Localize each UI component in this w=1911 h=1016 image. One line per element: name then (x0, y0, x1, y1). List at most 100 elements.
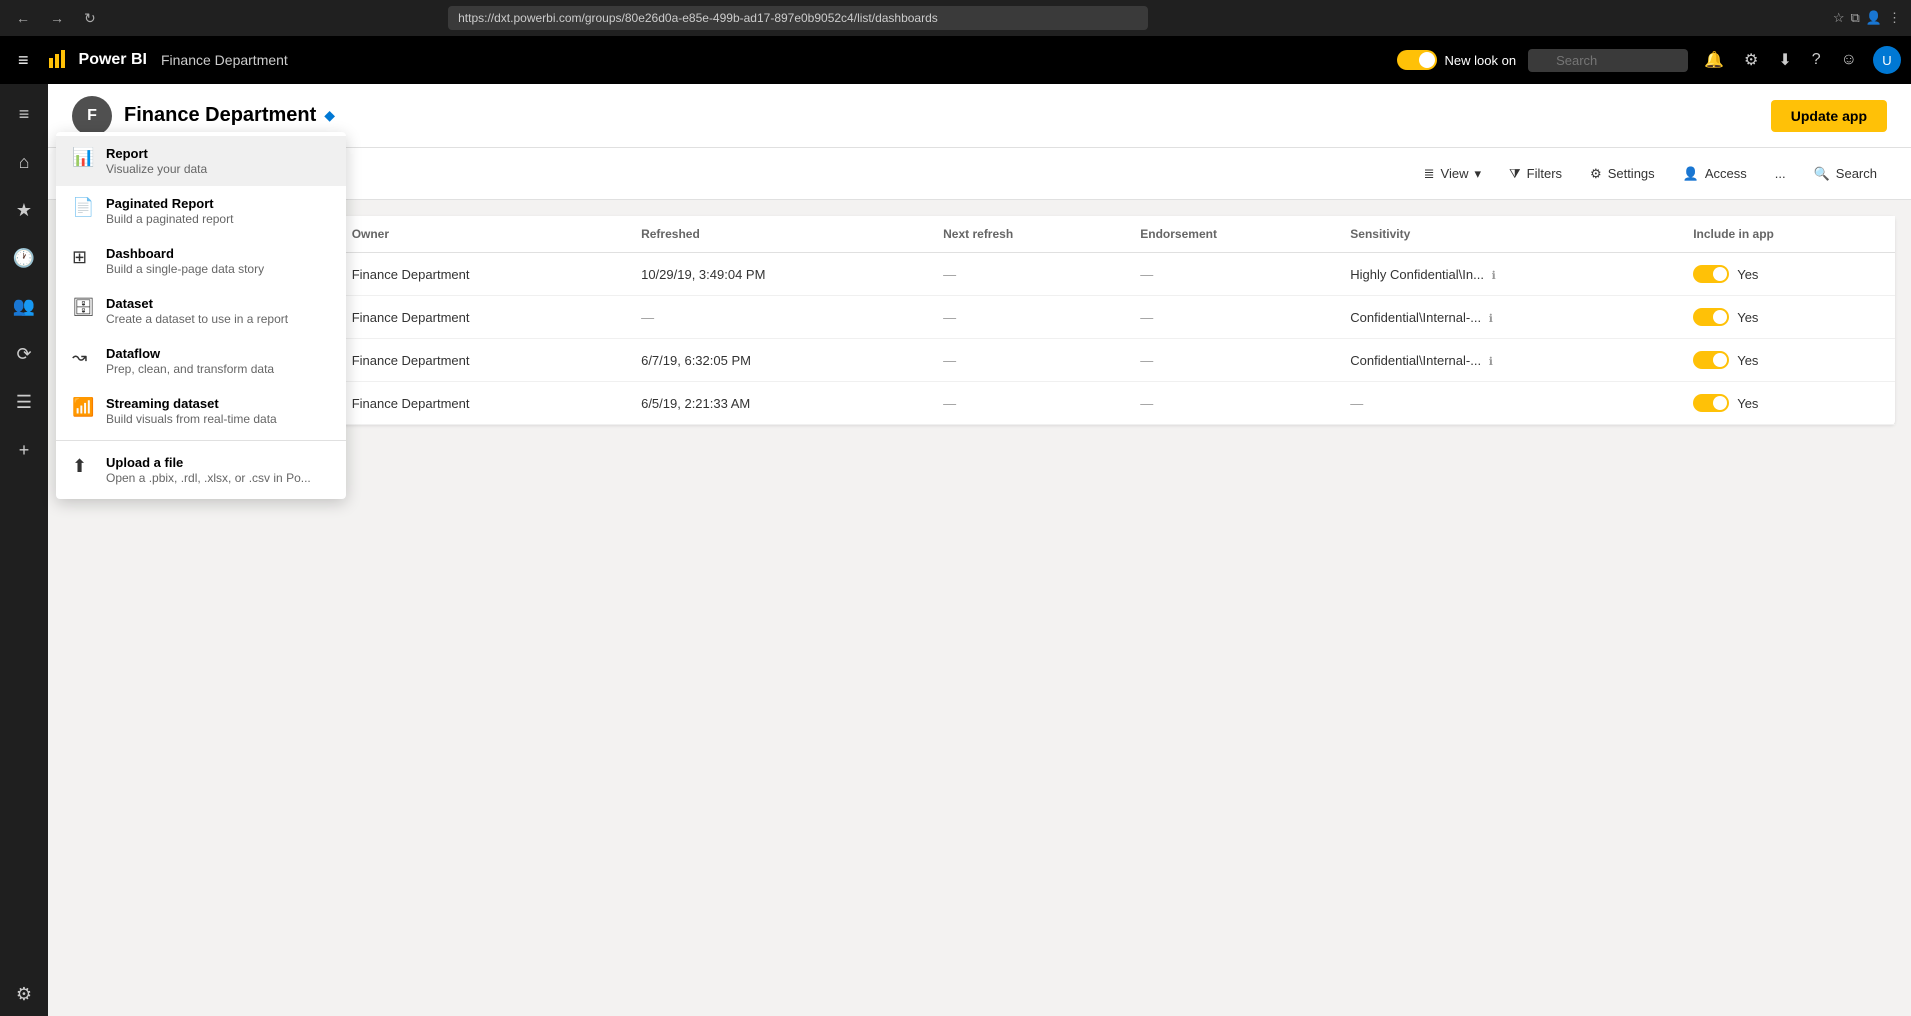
row-owner: Finance Department (336, 339, 625, 382)
col-sensitivity[interactable]: Sensitivity (1334, 216, 1677, 253)
dropdown-item-icon-0: 📊 (72, 147, 92, 168)
row-next-refresh: — (927, 296, 1124, 339)
settings-button[interactable]: ⚙ (1740, 46, 1762, 74)
topnav-right: New look on 🔔 ⚙ ⬇ ? ☺ U (1397, 46, 1901, 74)
bookmark-icon[interactable]: ☆ (1833, 10, 1845, 26)
row-include-in-app: Yes (1677, 253, 1895, 296)
new-look-toggle[interactable]: New look on (1397, 50, 1517, 70)
dropdown-item-title-5: Streaming dataset (106, 396, 277, 411)
toolbar-search[interactable]: 🔍 Search (1804, 160, 1887, 188)
settings-toolbar-button[interactable]: ⚙ Settings (1580, 160, 1665, 188)
include-toggle-0[interactable] (1693, 265, 1729, 283)
include-toggle-3[interactable] (1693, 394, 1729, 412)
include-yes-label: Yes (1737, 310, 1758, 325)
sidebar: ≡ ⌂ ★ 🕐 👥 ⟳ ☰ + ⚙ (0, 84, 48, 1016)
row-owner: Finance Department (336, 382, 625, 425)
forward-button[interactable]: → (44, 8, 70, 28)
more-icon: ... (1775, 166, 1786, 181)
col-next-refresh[interactable]: Next refresh (927, 216, 1124, 253)
sidebar-item-create[interactable]: + (2, 428, 46, 472)
access-button[interactable]: 👤 Access (1673, 160, 1757, 188)
dropdown-item-paginated-report[interactable]: 📄 Paginated Report Build a paginated rep… (56, 186, 346, 236)
feedback-button[interactable]: ☺ (1837, 47, 1861, 73)
dropdown-item-title-2: Dashboard (106, 246, 264, 261)
extensions-icon[interactable]: ⧉ (1851, 10, 1860, 26)
row-refreshed: — (625, 296, 927, 339)
dropdown-item-icon-3: 🗄 (72, 297, 92, 318)
dropdown-item-dataset[interactable]: 🗄 Dataset Create a dataset to use in a r… (56, 286, 346, 336)
notification-button[interactable]: 🔔 (1700, 46, 1728, 74)
include-toggle-1[interactable] (1693, 308, 1729, 326)
row-include-in-app: Yes (1677, 382, 1895, 425)
sidebar-item-workspaces[interactable]: ☰ (2, 380, 46, 424)
topnav-search-wrapper[interactable] (1528, 49, 1688, 72)
dropdown-item-streaming-dataset[interactable]: 📶 Streaming dataset Build visuals from r… (56, 386, 346, 436)
view-label: View (1441, 166, 1469, 181)
sensitivity-info-icon[interactable]: ℹ (1489, 313, 1493, 325)
row-include-in-app: Yes (1677, 296, 1895, 339)
dropdown-item-text-5: Streaming dataset Build visuals from rea… (106, 396, 277, 426)
sidebar-item-menu[interactable]: ≡ (2, 92, 46, 136)
workspace-diamond-icon: ◆ (324, 107, 335, 124)
include-toggle-2[interactable] (1693, 351, 1729, 369)
dropdown-item-dashboard[interactable]: ⊞ Dashboard Build a single-page data sto… (56, 236, 346, 286)
sidebar-item-apps[interactable]: 👥 (2, 284, 46, 328)
hamburger-menu-icon[interactable]: ≡ (10, 46, 37, 75)
settings-label: Settings (1608, 166, 1655, 181)
profile-icon[interactable]: 👤 (1866, 10, 1882, 26)
dropdown-item-desc-1: Build a paginated report (106, 212, 233, 226)
workspace-nav-label: Finance Department (161, 52, 288, 68)
browser-icons: ☆ ⧉ 👤 ⋮ (1833, 10, 1901, 26)
row-sensitivity: Confidential\Internal-... ℹ (1334, 296, 1677, 339)
row-sensitivity: — (1334, 382, 1677, 425)
url-bar[interactable] (448, 6, 1148, 30)
powerbi-logo: Power BI (47, 48, 147, 72)
col-include-in-app[interactable]: Include in app (1677, 216, 1895, 253)
dropdown-item-dataflow[interactable]: ↝ Dataflow Prep, clean, and transform da… (56, 336, 346, 386)
help-button[interactable]: ? (1808, 47, 1825, 73)
row-next-refresh: — (927, 382, 1124, 425)
row-refreshed: 10/29/19, 3:49:04 PM (625, 253, 927, 296)
user-avatar[interactable]: U (1873, 46, 1901, 74)
row-owner: Finance Department (336, 253, 625, 296)
row-endorsement: — (1124, 296, 1334, 339)
access-person-icon: 👤 (1683, 166, 1699, 182)
dropdown-item-title-3: Dataset (106, 296, 288, 311)
sidebar-item-recent[interactable]: 🕐 (2, 236, 46, 280)
dropdown-item-text-7: Upload a file Open a .pbix, .rdl, .xlsx,… (106, 455, 311, 485)
browser-bar: ← → ↻ ☆ ⧉ 👤 ⋮ (0, 0, 1911, 36)
sensitivity-info-icon[interactable]: ℹ (1489, 356, 1493, 368)
more-button[interactable]: ... (1765, 160, 1796, 187)
row-next-refresh: — (927, 253, 1124, 296)
filters-button[interactable]: ⧩ Filters (1499, 160, 1572, 188)
new-look-switch[interactable] (1397, 50, 1437, 70)
sensitivity-info-icon[interactable]: ℹ (1492, 270, 1496, 282)
refresh-button[interactable]: ↻ (78, 8, 102, 29)
sidebar-item-learn[interactable]: ⟳ (2, 332, 46, 376)
sidebar-item-favorites[interactable]: ★ (2, 188, 46, 232)
browser-menu-icon[interactable]: ⋮ (1888, 10, 1901, 26)
row-refreshed: 6/7/19, 6:32:05 PM (625, 339, 927, 382)
search-toolbar-icon: 🔍 (1814, 166, 1830, 182)
row-include-in-app: Yes (1677, 339, 1895, 382)
col-owner[interactable]: Owner (336, 216, 625, 253)
dropdown-item-text-2: Dashboard Build a single-page data story (106, 246, 264, 276)
update-app-button[interactable]: Update app (1771, 100, 1887, 132)
dropdown-item-report[interactable]: 📊 Report Visualize your data (56, 136, 346, 186)
download-button[interactable]: ⬇ (1774, 46, 1795, 74)
powerbi-svg-icon (47, 48, 71, 72)
view-button[interactable]: ≣ View ▾ (1414, 160, 1491, 188)
powerbi-label: Power BI (79, 51, 147, 69)
col-refreshed[interactable]: Refreshed (625, 216, 927, 253)
dropdown-item-upload-a-file[interactable]: ⬆ Upload a file Open a .pbix, .rdl, .xls… (56, 445, 346, 495)
topnav-search-input[interactable] (1528, 49, 1688, 72)
back-button[interactable]: ← (10, 8, 36, 28)
access-label: Access (1705, 166, 1747, 181)
row-sensitivity: Confidential\Internal-... ℹ (1334, 339, 1677, 382)
row-endorsement: — (1124, 339, 1334, 382)
row-endorsement: — (1124, 253, 1334, 296)
col-endorsement[interactable]: Endorsement (1124, 216, 1334, 253)
sidebar-item-settings[interactable]: ⚙ (2, 972, 46, 1016)
sidebar-item-home[interactable]: ⌂ (2, 140, 46, 184)
new-dropdown-menu: 📊 Report Visualize your data 📄 Paginated… (56, 132, 346, 499)
